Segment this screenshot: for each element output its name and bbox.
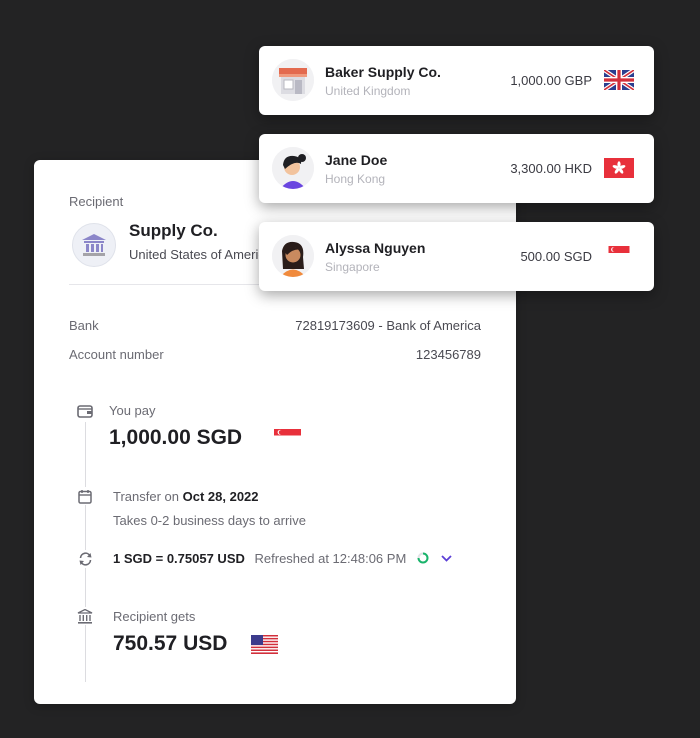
exchange-rate: 1 SGD = 0.75057 USD <box>113 551 245 566</box>
bank-value: 72819173609 - Bank of America <box>295 318 481 333</box>
payee-name: Baker Supply Co. <box>325 64 441 80</box>
usa-flag-icon <box>251 635 278 654</box>
payee-amount: 500.00 SGD <box>520 249 592 264</box>
woman-avatar <box>272 147 314 189</box>
payee-amount: 1,000.00 GBP <box>510 73 592 88</box>
exchange-rate-line: 1 SGD = 0.75057 USD Refreshed at 12:48:0… <box>113 551 406 566</box>
uk-flag-icon <box>604 70 634 90</box>
you-pay-amount: 1,000.00 SGD <box>109 426 243 449</box>
recipient-country: United States of America <box>129 247 273 262</box>
refresh-progress-icon <box>417 552 429 564</box>
shop-icon <box>272 59 314 101</box>
payee-card-jane-doe[interactable]: Jane Doe Hong Kong 3,300.00 HKD <box>259 134 654 203</box>
singapore-flag-icon <box>608 246 630 260</box>
payee-card-baker-supply[interactable]: Baker Supply Co. United Kingdom 1,000.00… <box>259 46 654 115</box>
calendar-icon <box>76 487 94 505</box>
payee-amount: 3,300.00 HKD <box>510 161 592 176</box>
payee-name: Alyssa Nguyen <box>325 240 426 256</box>
chevron-down-icon[interactable] <box>441 555 452 562</box>
payee-name: Jane Doe <box>325 152 388 168</box>
payee-country: Singapore <box>325 260 380 274</box>
hong-kong-flag-icon <box>604 158 634 178</box>
recipient-gets-label: Recipient gets <box>113 609 196 624</box>
bank-building-icon <box>72 223 116 267</box>
transfer-duration-note: Takes 0-2 business days to arrive <box>113 513 306 528</box>
transfer-on-label: Transfer on <box>113 489 179 504</box>
bank-icon <box>76 607 94 625</box>
payee-card-alyssa-nguyen[interactable]: Alyssa Nguyen Singapore 500.00 SGD <box>259 222 654 291</box>
payee-country: United Kingdom <box>325 84 411 98</box>
refreshed-time: Refreshed at 12:48:06 PM <box>254 551 407 566</box>
woman-avatar <box>272 235 314 277</box>
recipient-name: Supply Co. <box>129 221 218 240</box>
recipient-gets-amount: 750.57 USD <box>113 632 228 655</box>
payee-country: Hong Kong <box>325 172 386 186</box>
bank-label: Bank <box>69 318 99 333</box>
transfer-date: Oct 28, 2022 <box>182 489 259 504</box>
singapore-flag-icon <box>274 429 301 442</box>
wallet-icon <box>76 402 94 420</box>
recipient-label: Recipient <box>69 194 124 209</box>
you-pay-label: You pay <box>109 403 156 418</box>
transfer-date-line: Transfer on Oct 28, 2022 <box>113 489 259 504</box>
account-number-label: Account number <box>69 347 164 362</box>
exchange-rate-icon <box>76 550 94 568</box>
account-number-value: 123456789 <box>415 347 481 362</box>
